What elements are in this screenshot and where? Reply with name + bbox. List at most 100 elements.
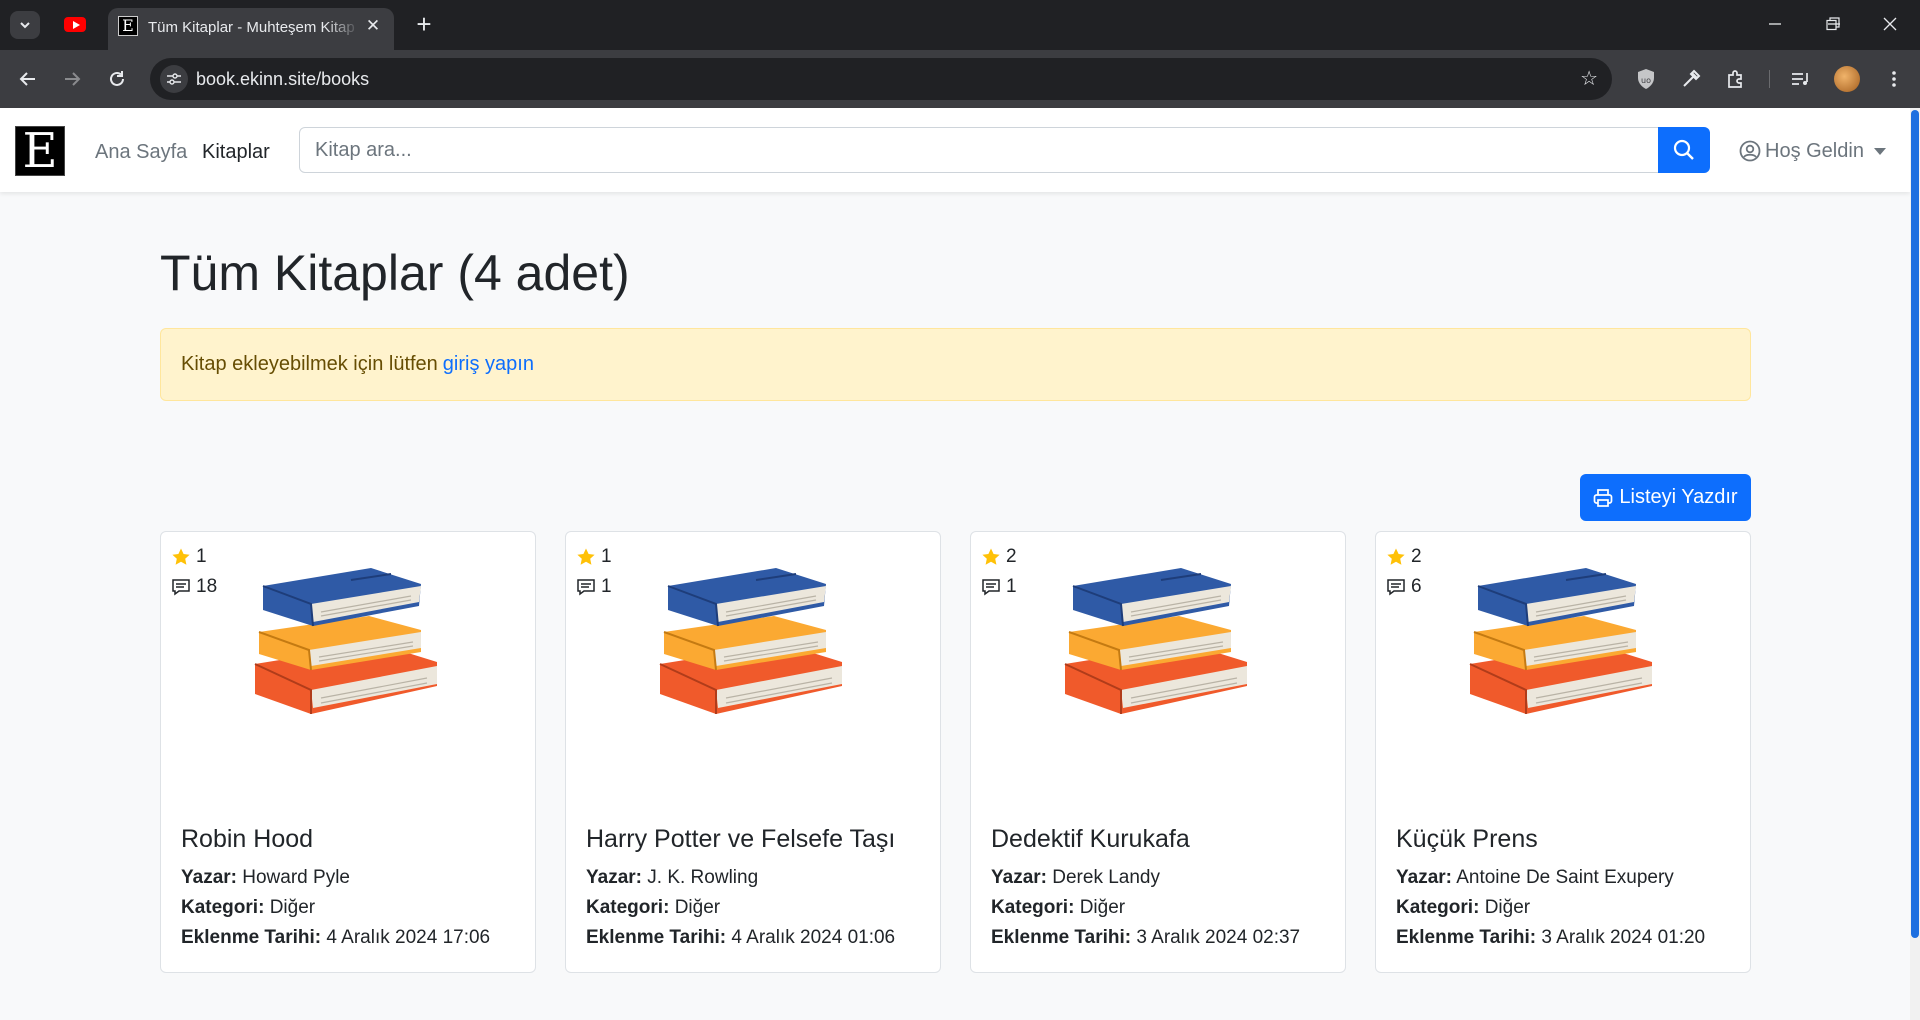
user-greeting: Hoş Geldin <box>1765 139 1864 162</box>
category-value: Diğer <box>1079 897 1126 918</box>
svg-text:uo: uo <box>1641 76 1651 85</box>
search-input[interactable] <box>299 127 1659 173</box>
book-author: Yazar: Derek Landy <box>991 867 1160 889</box>
date-label: Eklenme Tarihi: <box>586 927 727 948</box>
browser-tab-strip: E Tüm Kitaplar - Muhteşem Kitap Sitesi ✕… <box>0 0 1920 50</box>
extensions-icon[interactable] <box>1722 65 1750 93</box>
avatar[interactable] <box>1834 66 1860 92</box>
comment-stat: 1 <box>981 576 1017 598</box>
active-browser-tab[interactable]: E Tüm Kitaplar - Muhteşem Kitap Sitesi ✕ <box>108 8 394 50</box>
category-value: Diğer <box>674 897 721 918</box>
toolbar-separator <box>1769 70 1770 88</box>
date-value: 4 Aralık 2024 01:06 <box>731 927 896 948</box>
book-category: Kategori: Diğer <box>1396 897 1530 919</box>
category-label: Kategori: <box>991 897 1075 918</box>
rating-value: 2 <box>1006 546 1017 567</box>
rating-value: 1 <box>601 546 612 567</box>
date-label: Eklenme Tarihi: <box>181 927 322 948</box>
tab-favicon: E <box>118 16 138 36</box>
ublock-icon[interactable]: uo <box>1632 65 1660 93</box>
address-bar[interactable]: book.ekinn.site/books ☆ <box>150 58 1612 100</box>
book-category: Kategori: Diğer <box>991 897 1125 919</box>
book-stack-image <box>1469 568 1652 714</box>
scrollbar-thumb[interactable] <box>1911 110 1919 938</box>
back-button[interactable] <box>14 65 42 93</box>
author-label: Yazar: <box>1396 867 1452 888</box>
nav-link-home[interactable]: Ana Sayfa <box>95 140 187 164</box>
author-value: Antoine De Saint Exupery <box>1456 867 1674 888</box>
rating-stat: 2 <box>1386 546 1422 568</box>
forward-button[interactable] <box>58 65 86 93</box>
close-window-button[interactable] <box>1870 10 1910 38</box>
rating-value: 2 <box>1411 546 1422 567</box>
browser-toolbar: book.ekinn.site/books ☆ uo <box>0 50 1920 108</box>
site-info-icon[interactable] <box>160 65 188 93</box>
minimize-window-button[interactable] <box>1755 10 1795 38</box>
rating-stat: 2 <box>981 546 1017 568</box>
book-date: Eklenme Tarihi: 4 Aralık 2024 01:06 <box>586 927 895 949</box>
book-stack-image <box>1064 568 1247 714</box>
new-tab-button[interactable]: + <box>410 10 438 38</box>
eyedropper-icon <box>1683 69 1701 87</box>
book-card[interactable]: 1 18 Robin Hood Yazar: Howard Pyle Kateg… <box>160 531 536 973</box>
book-author: Yazar: Howard Pyle <box>181 867 350 889</box>
comment-stat: 18 <box>171 576 217 598</box>
comment-count: 6 <box>1411 576 1422 597</box>
category-label: Kategori: <box>1396 897 1480 918</box>
tab-search-button[interactable] <box>10 11 40 39</box>
eyedropper-icon[interactable] <box>1677 65 1705 93</box>
book-title[interactable]: Dedektif Kurukafa <box>991 824 1190 854</box>
comment-icon <box>577 579 595 596</box>
comment-icon <box>172 579 190 596</box>
book-title[interactable]: Küçük Prens <box>1396 824 1538 854</box>
book-title[interactable]: Robin Hood <box>181 824 313 854</box>
restore-window-button[interactable] <box>1813 10 1853 38</box>
date-label: Eklenme Tarihi: <box>1396 927 1537 948</box>
book-title[interactable]: Harry Potter ve Felsefe Taşı <box>586 824 895 854</box>
search-button[interactable] <box>1658 127 1710 173</box>
book-card[interactable]: 2 6 Küçük Prens Yazar: Antoine De Saint … <box>1375 531 1751 973</box>
nav-link-books[interactable]: Kitaplar <box>202 140 270 164</box>
date-value: 3 Aralık 2024 02:37 <box>1136 927 1301 948</box>
puzzle-icon <box>1728 70 1742 88</box>
book-category: Kategori: Diğer <box>181 897 315 919</box>
author-label: Yazar: <box>586 867 642 888</box>
search-form <box>299 127 1711 173</box>
print-list-label: Listeyi Yazdır <box>1619 486 1738 508</box>
login-link[interactable]: giriş yapın <box>443 353 534 376</box>
reload-button[interactable] <box>103 65 131 93</box>
author-label: Yazar: <box>991 867 1047 888</box>
star-icon <box>172 548 190 565</box>
brand-logo[interactable]: E <box>15 126 65 176</box>
rating-stat: 1 <box>576 546 612 568</box>
author-value: Howard Pyle <box>242 867 350 888</box>
printer-icon <box>1594 488 1613 507</box>
book-category: Kategori: Diğer <box>586 897 720 919</box>
star-icon <box>577 548 595 565</box>
book-card[interactable]: 1 1 Harry Potter ve Felsefe Taşı Yazar: … <box>565 531 941 973</box>
user-dropdown[interactable]: Hoş Geldin <box>1739 138 1886 164</box>
category-value: Diğer <box>1484 897 1531 918</box>
book-date: Eklenme Tarihi: 3 Aralık 2024 01:20 <box>1396 927 1705 949</box>
url-text: book.ekinn.site/books <box>196 69 370 89</box>
date-value: 4 Aralık 2024 17:06 <box>326 927 491 948</box>
shield-icon: uo <box>1638 69 1654 89</box>
comment-count: 18 <box>196 576 218 597</box>
book-stack-image <box>659 568 842 714</box>
category-label: Kategori: <box>586 897 670 918</box>
menu-button[interactable] <box>1880 65 1908 93</box>
chevron-down-icon <box>20 22 30 29</box>
media-icon[interactable] <box>1787 65 1815 93</box>
book-card[interactable]: 2 1 Dedektif Kurukafa Yazar: Derek Landy <box>970 531 1346 973</box>
date-label: Eklenme Tarihi: <box>991 927 1132 948</box>
bookmark-star-icon[interactable]: ☆ <box>1580 68 1598 90</box>
author-value: Derek Landy <box>1052 867 1160 888</box>
reload-icon <box>110 71 124 86</box>
book-date: Eklenme Tarihi: 4 Aralık 2024 17:06 <box>181 927 490 949</box>
close-icon <box>1883 17 1897 31</box>
youtube-icon[interactable] <box>64 17 86 32</box>
print-list-button[interactable]: Listeyi Yazdır <box>1580 474 1751 521</box>
comment-icon <box>1387 579 1405 596</box>
book-date: Eklenme Tarihi: 3 Aralık 2024 02:37 <box>991 927 1300 949</box>
tab-close-icon[interactable]: ✕ <box>362 15 384 37</box>
